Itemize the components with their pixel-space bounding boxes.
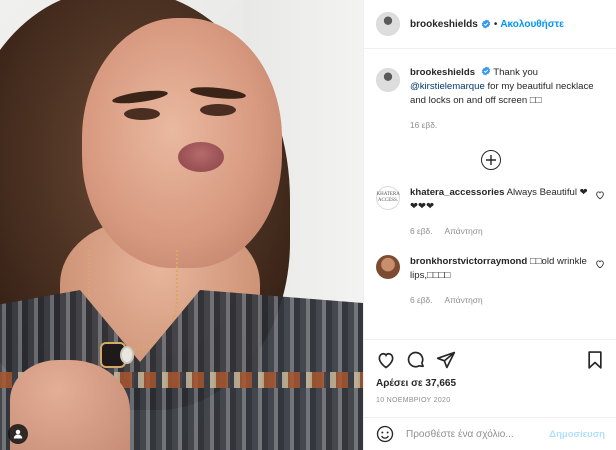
- photo-eye-left: [124, 108, 160, 120]
- post-photo[interactable]: [0, 0, 363, 450]
- author-username[interactable]: brookeshields: [410, 19, 478, 30]
- likes-count[interactable]: Αρέσει σε 37,665: [376, 378, 605, 389]
- post-actions: Αρέσει σε 37,665 10 ΝΟΕΜΒΡΙΟΥ 2020: [364, 339, 616, 404]
- photo-hand: [10, 360, 130, 450]
- verified-icon: [481, 66, 490, 76]
- photo-eye-right: [200, 104, 236, 116]
- comment-avatar[interactable]: [376, 255, 400, 279]
- heart-icon[interactable]: [376, 350, 396, 370]
- post-date[interactable]: 10 ΝΟΕΜΒΡΙΟΥ 2020: [376, 397, 605, 404]
- comment-meta: 6 εβδ. Απάντηση: [410, 293, 589, 307]
- comment-item: bronkhorstvictorraymond □□old wrinkle li…: [376, 238, 605, 307]
- caption-body: brookeshields Thank you @kirstielemarque…: [410, 66, 605, 132]
- plus-circle-icon: [485, 155, 496, 165]
- user-tag-button[interactable]: [8, 424, 28, 444]
- verified-icon: [481, 19, 490, 29]
- comment-username[interactable]: bronkhorstvictorraymond: [410, 256, 527, 267]
- action-icons: [376, 348, 605, 372]
- comments-list[interactable]: brookeshields Thank you @kirstielemarque…: [364, 49, 616, 339]
- photo-face: [82, 18, 282, 268]
- caption-time[interactable]: 16 εβδ.: [410, 120, 437, 130]
- comment-body: bronkhorstvictorraymond □□old wrinkle li…: [410, 255, 589, 307]
- comment-meta: 6 εβδ. Απάντηση: [410, 224, 589, 238]
- post-header: brookeshields • Ακολουθήστε: [364, 0, 616, 49]
- comment-time[interactable]: 6 εβδ.: [410, 226, 433, 236]
- comment-icon[interactable]: [406, 350, 426, 370]
- reply-button[interactable]: Απάντηση: [445, 295, 483, 305]
- comment-username[interactable]: khatera_accessories: [410, 187, 504, 198]
- comment-text-prefix: □□: [529, 256, 542, 267]
- caption: brookeshields Thank you @kirstielemarque…: [376, 49, 605, 132]
- caption-meta: 16 εβδ.: [410, 118, 605, 132]
- caption-username[interactable]: brookeshields: [410, 67, 475, 78]
- heart-icon[interactable]: [595, 259, 605, 269]
- caption-mention[interactable]: @kirstielemarque: [410, 81, 485, 92]
- reply-button[interactable]: Απάντηση: [445, 226, 483, 236]
- load-more-wrap: [376, 132, 605, 178]
- photo-lips: [178, 142, 224, 172]
- comment-input[interactable]: Προσθέστε ένα σχόλιο...: [406, 429, 549, 440]
- post-sidebar: brookeshields • Ακολουθήστε brookeshield…: [363, 0, 616, 450]
- share-icon[interactable]: [436, 350, 456, 370]
- add-comment-bar: Προσθέστε ένα σχόλιο... Δημοσίευση: [364, 417, 616, 450]
- emoji-icon[interactable]: [376, 425, 394, 443]
- caption-avatar[interactable]: [376, 68, 400, 92]
- comment-avatar[interactable]: KHATERA ACCESS.: [376, 186, 400, 210]
- photo-pendant-lock: [120, 346, 134, 364]
- heart-icon[interactable]: [595, 190, 605, 200]
- comment-item: KHATERA ACCESS. khatera_accessories Alwa…: [376, 178, 605, 238]
- caption-text-before: Thank you: [493, 67, 539, 78]
- post-comment-button[interactable]: Δημοσίευση: [549, 429, 605, 440]
- header-separator: •: [493, 18, 498, 30]
- load-more-comments-button[interactable]: [480, 150, 501, 170]
- caption-emoji: □□: [529, 95, 542, 106]
- comment-body: khatera_accessories Always Beautiful ❤❤❤…: [410, 186, 589, 238]
- comment-time[interactable]: 6 εβδ.: [410, 295, 433, 305]
- author-avatar[interactable]: [376, 12, 400, 36]
- user-tag-icon: [13, 429, 23, 439]
- follow-button[interactable]: Ακολουθήστε: [500, 19, 564, 30]
- bookmark-icon[interactable]: [585, 350, 605, 370]
